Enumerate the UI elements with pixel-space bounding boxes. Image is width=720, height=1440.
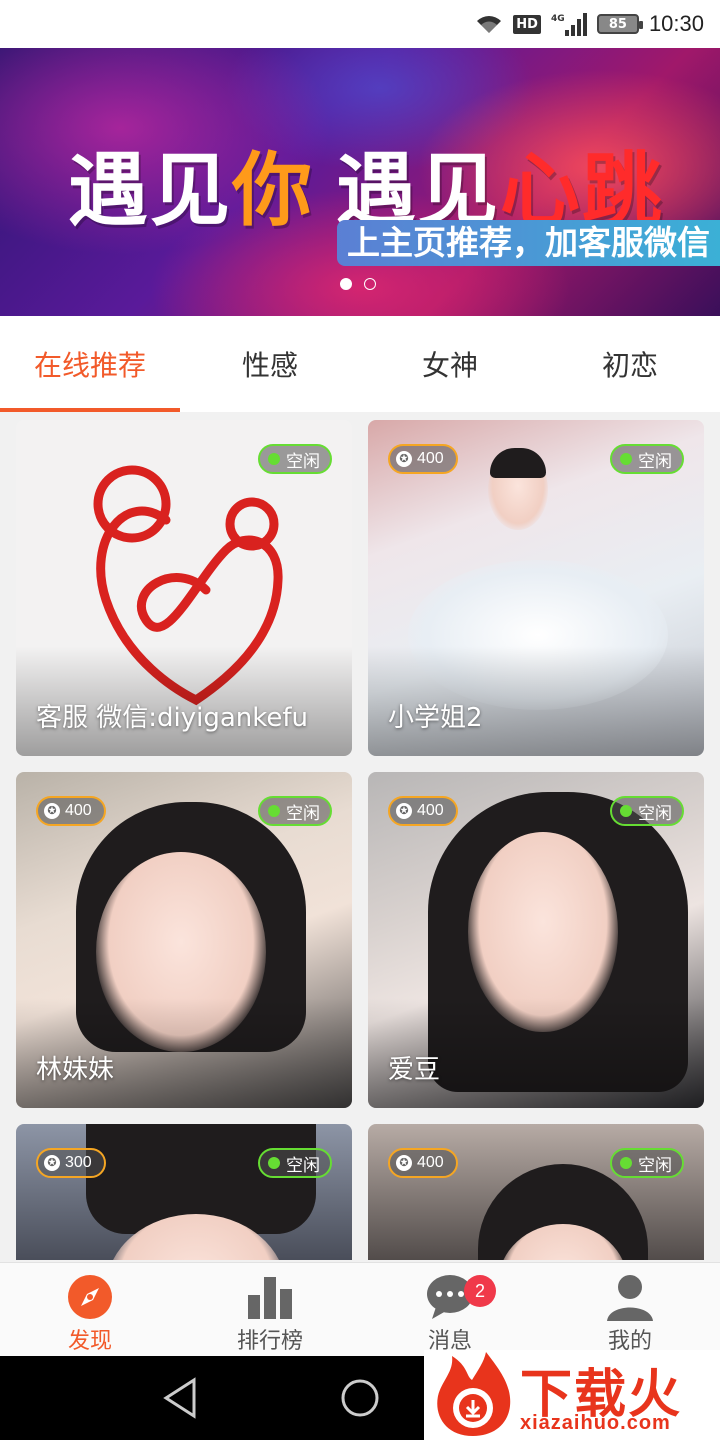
watermark: 下载火 xiazaihuo.com: [424, 1350, 720, 1440]
star-coin-icon: ✪: [396, 1155, 412, 1171]
profile-card[interactable]: ✪ 300 空闲: [16, 1124, 352, 1260]
wifi-icon: [477, 16, 502, 33]
carousel-dot-2[interactable]: [364, 278, 376, 290]
signal-type-label: 4G: [551, 14, 565, 24]
online-dot-icon: [268, 1157, 280, 1169]
promo-banner[interactable]: 遇见你 遇见心跳 上主页推荐，加客服微信: [0, 48, 720, 316]
carousel-dot-1[interactable]: [340, 278, 352, 290]
status-icons: HD 4G 85 10:30: [475, 8, 704, 40]
battery-icon: 85: [596, 14, 643, 34]
bottom-nav: 发现 排行榜 消息 2 我的: [0, 1262, 720, 1356]
online-dot-icon: [268, 805, 280, 817]
profile-card[interactable]: ✪ 400 空闲 爱豆: [368, 772, 704, 1108]
back-icon[interactable]: [162, 1376, 198, 1420]
nav-discover[interactable]: 发现: [0, 1263, 180, 1357]
profile-grid: 空闲 客服 微信:diyigankefu ✪ 400 空闲 小学姐2 ✪ 400…: [16, 420, 704, 1260]
star-coin-icon: ✪: [44, 803, 60, 819]
category-tabs: 在线推荐 性感 女神 初恋: [0, 316, 720, 412]
online-dot-icon: [620, 453, 632, 465]
bar-chart-icon: [248, 1277, 292, 1319]
banner-subtitle: 上主页推荐，加客服微信: [337, 220, 720, 266]
coin-badge: ✪ 400: [388, 796, 458, 826]
status-badge: 空闲: [610, 444, 684, 474]
profile-name: 小学姐2: [388, 703, 483, 733]
profile-name: 林妹妹: [36, 1055, 115, 1085]
tab-first-love[interactable]: 初恋: [540, 316, 720, 412]
status-badge: 空闲: [258, 1148, 332, 1178]
tab-online-recommend[interactable]: 在线推荐: [0, 316, 180, 412]
clock: 10:30: [648, 11, 704, 36]
nav-ranking[interactable]: 排行榜: [180, 1263, 360, 1357]
status-badge: 空闲: [610, 1148, 684, 1178]
tab-sexy[interactable]: 性感: [180, 316, 360, 412]
star-coin-icon: ✪: [396, 451, 412, 467]
flame-logo-icon: [437, 1352, 511, 1436]
star-coin-icon: ✪: [396, 803, 412, 819]
coin-badge: ✪ 300: [36, 1148, 106, 1178]
carousel-indicator[interactable]: [340, 278, 376, 290]
profile-name: 客服 微信:diyigankefu: [36, 703, 309, 733]
nav-label: 发现: [67, 1329, 112, 1354]
online-dot-icon: [268, 453, 280, 465]
status-badge: 空闲: [258, 796, 332, 826]
star-coin-icon: ✪: [44, 1155, 60, 1171]
status-bar: HD 4G 85 10:30: [0, 0, 720, 48]
watermark-url: xiazaihuo.com: [520, 1412, 671, 1434]
home-icon[interactable]: [340, 1376, 380, 1420]
profile-card[interactable]: 空闲 客服 微信:diyigankefu: [16, 420, 352, 756]
hd-indicator: HD: [513, 14, 541, 34]
coin-badge: ✪ 400: [388, 1148, 458, 1178]
profile-card[interactable]: ✪ 400 空闲: [368, 1124, 704, 1260]
profile-name: 爱豆: [388, 1055, 441, 1085]
compass-icon: [68, 1275, 112, 1319]
nav-messages[interactable]: 消息 2: [360, 1263, 540, 1357]
coin-badge: ✪ 400: [36, 796, 106, 826]
status-badge: 空闲: [258, 444, 332, 474]
person-icon: [607, 1275, 653, 1321]
tab-goddess[interactable]: 女神: [360, 316, 540, 412]
nav-profile[interactable]: 我的: [540, 1263, 720, 1357]
profile-card[interactable]: ✪ 400 空闲 林妹妹: [16, 772, 352, 1108]
cell-signal-icon: 4G: [551, 13, 587, 36]
battery-level: 85: [608, 16, 627, 32]
status-badge: 空闲: [610, 796, 684, 826]
online-dot-icon: [620, 805, 632, 817]
nav-label: 排行榜: [236, 1329, 303, 1354]
unread-count-badge: 2: [464, 1275, 496, 1307]
coin-badge: ✪ 400: [388, 444, 458, 474]
online-dot-icon: [620, 1157, 632, 1169]
profile-card[interactable]: ✪ 400 空闲 小学姐2: [368, 420, 704, 756]
